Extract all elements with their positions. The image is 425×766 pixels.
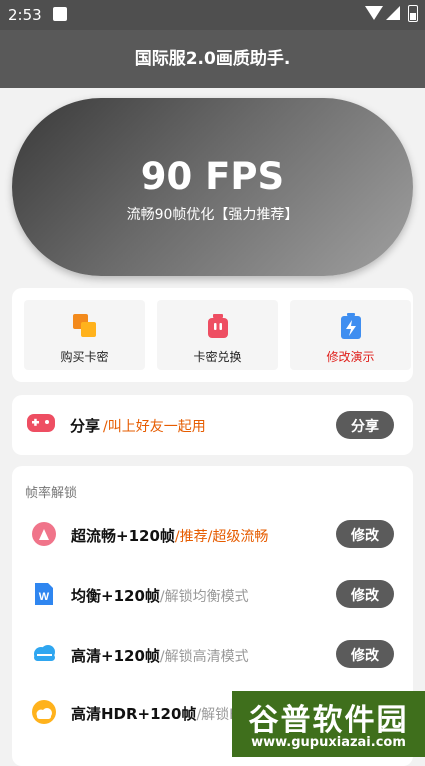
item-hint: /解锁均衡模式 <box>159 589 249 605</box>
sun-cloud-icon <box>32 700 56 724</box>
item-title: 超流畅+120帧 <box>71 527 175 545</box>
modify-button-hd[interactable]: 修改 <box>336 640 394 668</box>
share-card: 分享 /叫上好友一起用 分享 <box>12 395 413 455</box>
list-item-balanced: W 均衡+120帧/解锁均衡模式 修改 <box>12 574 413 614</box>
battery-bolt-icon <box>341 313 361 339</box>
redeem-card-key-button[interactable]: 卡密兑换 <box>157 300 278 370</box>
watermark-url: www.gupuxiazai.com <box>251 735 406 750</box>
status-bar: 2:53 <box>0 0 425 30</box>
share-title: 分享 <box>70 417 101 435</box>
redeem-card-key-label: 卡密兑换 <box>193 350 242 364</box>
item-title: 高清HDR+120帧 <box>71 705 197 723</box>
buy-card-key-button[interactable]: 购买卡密 <box>24 300 145 370</box>
watermark-brand: 谷普软件园 <box>248 703 409 738</box>
trash-icon <box>208 314 228 338</box>
fps-hero-banner[interactable]: 90 FPS 流畅90帧优化【强力推荐】 <box>12 98 413 276</box>
share-button[interactable]: 分享 <box>336 411 394 439</box>
actions-card: 购买卡密 卡密兑换 修改演示 <box>12 288 413 382</box>
pink-circle-icon <box>32 522 56 546</box>
battery-icon <box>408 5 418 22</box>
signal-icon <box>386 6 400 20</box>
item-title: 均衡+120帧 <box>71 587 160 605</box>
svg-text:W: W <box>39 591 50 603</box>
notification-icon <box>53 7 67 21</box>
list-item-ultra-smooth: 超流畅+120帧/推荐/超级流畅 修改 <box>12 514 413 554</box>
app-header: 国际服2.0画质助手. <box>0 30 425 88</box>
fps-subtitle: 流畅90帧优化【强力推荐】 <box>126 207 299 223</box>
fps-label: 90 FPS <box>140 155 285 198</box>
page-title: 国际服2.0画质助手. <box>134 49 291 69</box>
modify-button-balanced[interactable]: 修改 <box>336 580 394 608</box>
wifi-icon <box>365 6 383 20</box>
blue-doc-icon: W <box>35 583 53 605</box>
gamepad-icon <box>27 414 55 432</box>
status-time: 2:53 <box>8 6 42 24</box>
site-watermark: 谷普软件园 www.gupuxiazai.com <box>232 691 425 757</box>
edit-demo-label: 修改演示 <box>326 350 375 364</box>
modify-button-ultra-smooth[interactable]: 修改 <box>336 520 394 548</box>
item-hint: /推荐/超级流畅 <box>174 529 269 545</box>
cloud-icon <box>34 645 55 661</box>
copy-icon <box>73 314 96 337</box>
section-title: 帧率解锁 <box>25 486 78 501</box>
item-hint: /解锁高清模式 <box>159 649 249 665</box>
item-title: 高清+120帧 <box>71 647 160 665</box>
list-item-hd: 高清+120帧/解锁高清模式 修改 <box>12 634 413 674</box>
share-subtitle: /叫上好友一起用 <box>103 419 206 435</box>
buy-card-key-label: 购买卡密 <box>60 350 109 364</box>
edit-demo-button[interactable]: 修改演示 <box>290 300 411 370</box>
